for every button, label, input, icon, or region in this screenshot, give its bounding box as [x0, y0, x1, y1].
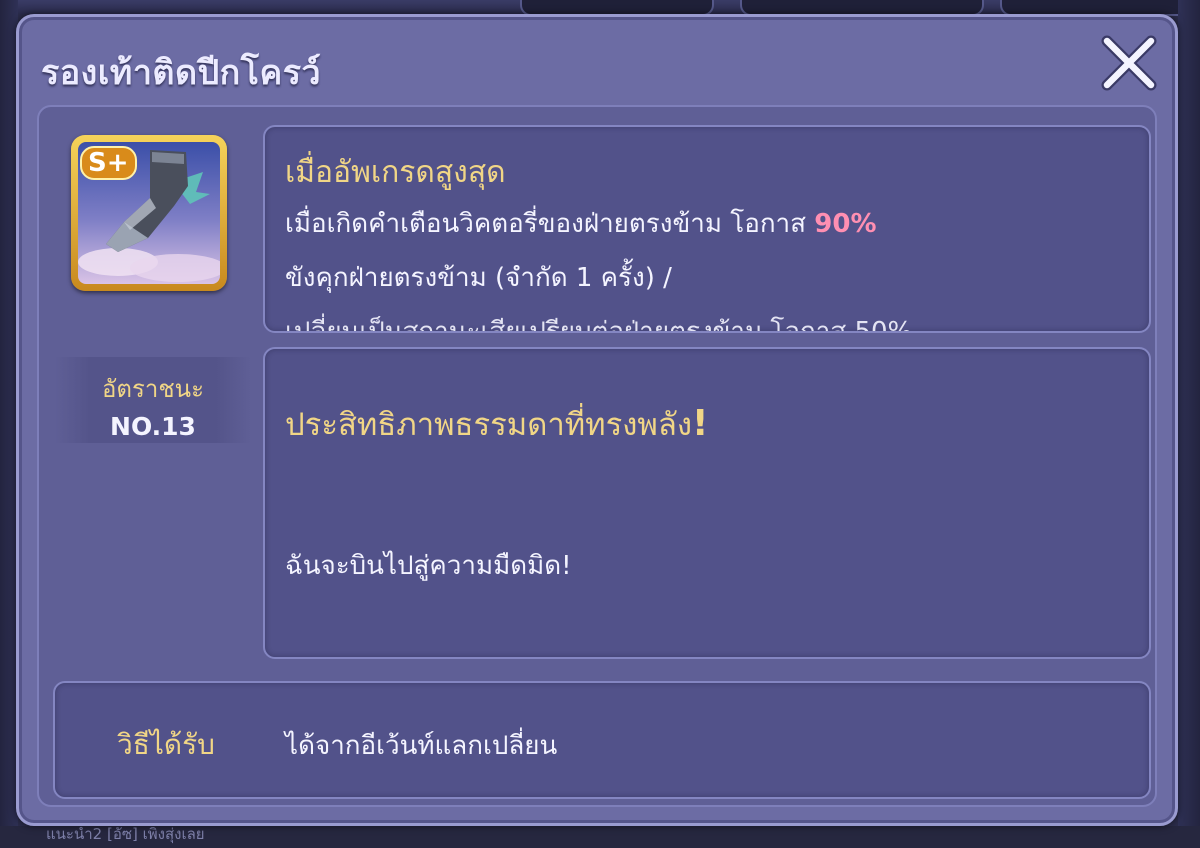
grade-badge: S+ — [80, 146, 137, 180]
description-quote: ฉันจะบินไปสู่ความมืดมิด! — [285, 551, 572, 581]
description-title-text: ประสิทธิภาพธรรมดาที่ทรงพลัง — [285, 407, 692, 443]
obtain-value: ได้จากอีเว้นท์แลกเปลี่ยน — [285, 731, 558, 761]
upgrade-effect-line: เมื่อเกิดคำเตือนวิคตอรี่ของฝ่ายตรงข้าม โ… — [285, 203, 877, 244]
item-detail-dialog: รองเท้าติดปีกโครว์ S+ อัตราชนะ NO.13 เมื… — [16, 14, 1178, 826]
close-icon — [1101, 35, 1157, 91]
winged-boot-item-image: S+ — [78, 142, 220, 284]
upgrade-effect-line: ขังคุกฝ่ายตรงข้าม (จำกัด 1 ครั้ง) / — [285, 263, 672, 293]
rank-tag: อัตราชนะ NO.13 — [55, 357, 251, 443]
upgrade-effect-line-cut: เปลี่ยนเป็นสถานะเสียเปรียบต่อฝ่ายตรงข้าม… — [285, 317, 913, 333]
obtain-method-panel: วิธีได้รับ ได้จากอีเว้นท์แลกเปลี่ยน — [53, 681, 1151, 799]
obtain-label: วิธีได้รับ — [117, 728, 215, 761]
background-right-edge — [1178, 0, 1200, 848]
description-title-mark: ! — [691, 403, 709, 444]
upgrade-effect-percent: 90% — [814, 209, 877, 239]
close-button[interactable] — [1097, 31, 1161, 95]
upgrade-effect-panel[interactable]: เมื่ออัพเกรดสูงสุด เมื่อเกิดคำเตือนวิคตอ… — [263, 125, 1151, 333]
item-icon-frame: S+ — [71, 135, 227, 291]
upgrade-title: เมื่ออัพเกรดสูงสุด — [285, 155, 506, 190]
description-title: ประสิทธิภาพธรรมดาที่ทรงพลัง! — [285, 399, 708, 449]
rank-value: NO.13 — [110, 412, 196, 441]
rank-label: อัตราชนะ — [102, 375, 204, 403]
dialog-title: รองเท้าติดปีกโครว์ — [41, 53, 322, 93]
upgrade-effect-text: เมื่อเกิดคำเตือนวิคตอรี่ของฝ่ายตรงข้าม โ… — [285, 209, 815, 239]
background-bottom-bar: แนะนำ2 [อัซ] เพิ่งสุ่งเลย — [0, 825, 1200, 848]
item-description-panel: ประสิทธิภาพธรรมดาที่ทรงพลัง! ฉันจะบินไปส… — [263, 347, 1151, 659]
